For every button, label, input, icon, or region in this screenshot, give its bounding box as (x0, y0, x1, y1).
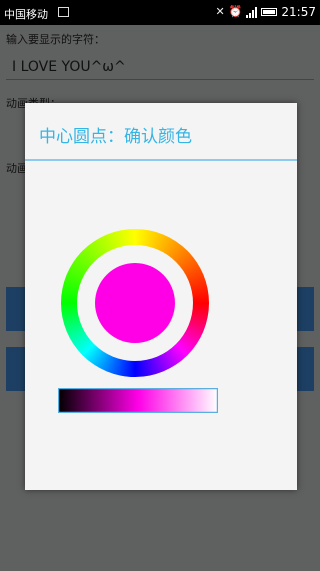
clock: 21:57 (281, 5, 316, 19)
status-bar: 中国移动 ✕ ⏰ 21:57 (0, 0, 320, 25)
selected-color-circle[interactable] (95, 263, 175, 343)
input-underline (6, 79, 314, 80)
battery-icon (261, 8, 278, 16)
image-notification-icon (58, 7, 69, 17)
status-icons: ✕ ⏰ 21:57 (215, 5, 316, 19)
vibrate-off-icon: ✕ (215, 5, 225, 18)
carrier-name: 中国移动 (4, 8, 48, 21)
saturation-slider[interactable] (58, 388, 218, 413)
color-picker-dialog: 中心圆点：确认颜色 (25, 103, 297, 490)
input-label: 输入要显示的字符： (6, 33, 105, 46)
dialog-title: 中心圆点：确认颜色 (39, 127, 192, 147)
alarm-icon: ⏰ (228, 5, 243, 18)
signal-icon (246, 6, 258, 18)
color-wheel[interactable] (60, 228, 210, 378)
title-divider (25, 159, 297, 161)
text-input[interactable]: I LOVE YOU^ω^ (12, 59, 126, 75)
